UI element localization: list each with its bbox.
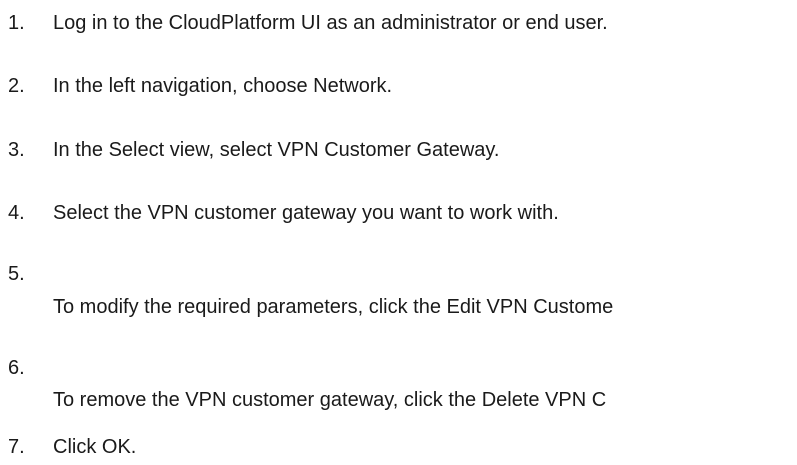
step-7-text: Click OK. — [53, 436, 137, 458]
step-2-number: 2. — [8, 75, 25, 97]
step-6-text: To remove the VPN customer gateway, clic… — [53, 389, 607, 411]
step-5-text: To modify the required parameters, click… — [53, 296, 614, 318]
step-7-number: 7. — [8, 436, 25, 458]
procedure-steps: 1. Log in to the CloudPlatform UI as an … — [0, 0, 797, 465]
step-1-number: 1. — [8, 12, 25, 34]
step-4-number: 4. — [8, 202, 25, 224]
step-1-text: Log in to the CloudPlatform UI as an adm… — [53, 12, 608, 34]
step-6-number: 6. — [8, 357, 25, 379]
step-4-text: Select the VPN customer gateway you want… — [53, 202, 559, 224]
step-5-number: 5. — [8, 263, 25, 285]
step-3-number: 3. — [8, 139, 25, 161]
step-3-text: In the Select view, select VPN Customer … — [53, 139, 500, 161]
step-2-text: In the left navigation, choose Network. — [53, 75, 393, 97]
